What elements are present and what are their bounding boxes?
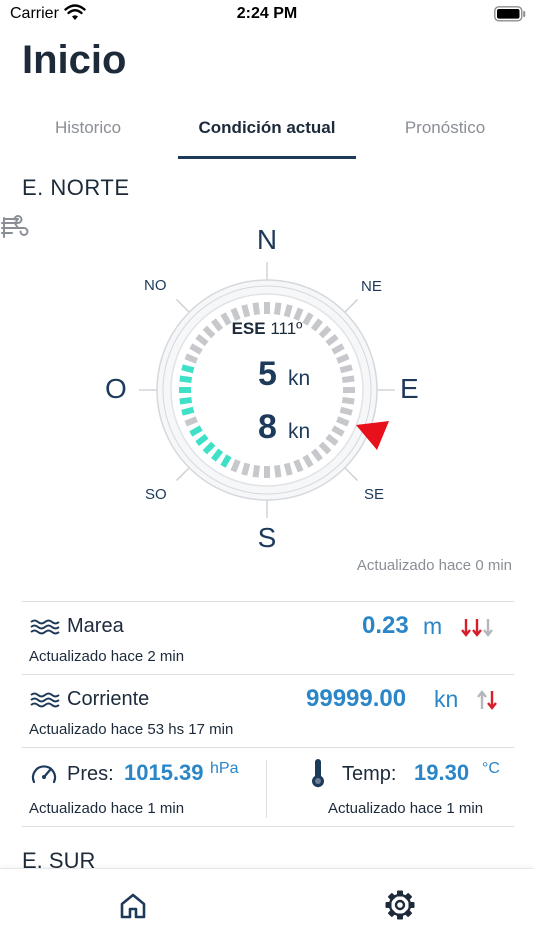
current-direction-icon xyxy=(477,690,497,710)
battery-icon xyxy=(494,6,526,22)
tide-falling-icon xyxy=(461,619,493,637)
page-title: Inicio xyxy=(22,38,127,82)
compass-segment xyxy=(184,416,198,427)
compass-segment xyxy=(336,416,350,427)
compass-segment xyxy=(273,302,282,316)
temperatura-updated: Actualizado hace 1 min xyxy=(328,800,484,817)
tab-pronostico[interactable]: Pronóstico xyxy=(380,118,510,138)
compass-segment xyxy=(341,396,355,405)
wind-direction-degrees: 111º xyxy=(270,319,303,338)
presion-label: Pres: xyxy=(67,763,114,785)
gear-icon[interactable] xyxy=(384,889,416,921)
compass-segment xyxy=(241,462,251,476)
corriente-unit: kn xyxy=(434,686,459,712)
wind-speed-unit: kn xyxy=(288,420,311,443)
marea-value: 0.23 xyxy=(362,612,409,639)
compass-segment xyxy=(181,406,195,416)
marea-label: Marea xyxy=(67,615,124,637)
cardinal-o: O xyxy=(105,373,127,404)
cardinal-e: E xyxy=(400,373,419,404)
status-time: 2:24 PM xyxy=(236,5,298,22)
compass-segment xyxy=(341,375,355,384)
marea-row[interactable]: Marea 0.23 m Actualizado hace 2 min xyxy=(22,602,514,674)
wind-icon xyxy=(1,215,29,236)
compass-segment xyxy=(252,464,261,478)
compass-segment xyxy=(293,459,304,473)
corriente-updated: Actualizado hace 53 hs 17 min xyxy=(29,721,234,738)
corriente-value: 99999.00 xyxy=(306,685,407,712)
cardinal-s: S xyxy=(257,522,277,553)
compass-segment xyxy=(339,364,353,374)
status-bar: Carrier 2:24 PM xyxy=(0,0,534,30)
compass-segment xyxy=(283,462,293,476)
station-title: E. NORTE xyxy=(22,175,130,200)
cardinal-no: NO xyxy=(144,277,167,294)
compass-segment xyxy=(273,464,282,478)
vertical-divider xyxy=(266,760,267,818)
corriente-row[interactable]: Corriente 99999.00 kn Actualizado hace 5… xyxy=(22,675,514,747)
compass-segment xyxy=(179,375,193,384)
compass-segment xyxy=(336,353,350,364)
waves-icon xyxy=(30,619,60,635)
tab-historico[interactable]: Historico xyxy=(28,118,148,138)
compass-updated: Actualizado hace 0 min xyxy=(356,557,512,574)
temperatura-cell[interactable]: Temp: 19.30 °C Actualizado hace 1 min xyxy=(268,748,514,826)
compass-segment xyxy=(230,459,241,473)
gust-unit: kn xyxy=(288,367,311,390)
marea-updated: Actualizado hace 2 min xyxy=(29,648,185,665)
presion-cell[interactable]: Pres: 1015.39 hPa Actualizado hace 1 min xyxy=(22,748,266,826)
cardinal-ne: NE xyxy=(361,278,382,295)
presion-value: 1015.39 xyxy=(124,760,204,785)
wind-direction-text: ESE xyxy=(231,319,266,338)
segment-tabs: Historico Condición actual Pronóstico xyxy=(0,108,534,160)
tab-condicion-actual[interactable]: Condición actual xyxy=(178,118,356,138)
temperatura-label: Temp: xyxy=(342,763,397,785)
waves-icon xyxy=(30,692,60,708)
marea-unit: m xyxy=(423,613,443,639)
compass-segment xyxy=(339,406,353,416)
compass-segment xyxy=(181,364,195,374)
bottom-tab-bar xyxy=(0,868,534,950)
temperatura-unit: °C xyxy=(482,760,500,777)
wind-speed-value: 8 xyxy=(258,408,277,446)
wind-direction-label: ESE 111º xyxy=(217,319,317,339)
temperatura-value: 19.30 xyxy=(414,760,470,785)
active-tab-indicator xyxy=(178,156,356,159)
gust-value: 5 xyxy=(258,355,277,393)
compass-segment xyxy=(184,353,198,364)
thermometer-icon xyxy=(312,759,324,788)
compass-segment xyxy=(252,302,261,316)
cardinal-se: SE xyxy=(364,486,385,503)
compass-segment xyxy=(283,304,293,318)
gauge-icon xyxy=(31,765,57,784)
wind-compass: N NE E SE S SO O NO ESE 111º 5 kn 8 kn xyxy=(0,215,534,565)
presion-updated: Actualizado hace 1 min xyxy=(29,800,185,817)
compass-segment xyxy=(179,396,193,405)
divider xyxy=(22,826,514,827)
cardinal-so: SO xyxy=(145,486,167,503)
cardinal-n: N xyxy=(256,224,278,255)
corriente-label: Corriente xyxy=(67,688,150,710)
home-icon[interactable] xyxy=(118,891,148,921)
compass-segment xyxy=(241,304,251,318)
presion-unit: hPa xyxy=(210,760,239,777)
